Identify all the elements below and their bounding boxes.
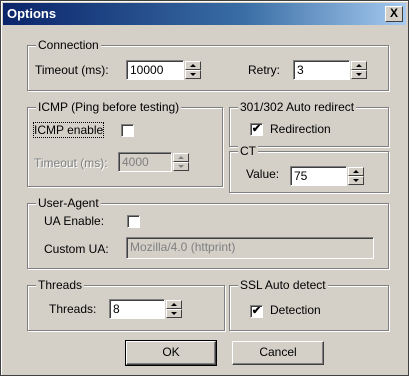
icmp-group: ICMP (Ping before testing) ICMP enable T… — [27, 100, 223, 187]
retry-input[interactable]: 3 — [293, 60, 350, 80]
detection-checkbox[interactable]: ✔ — [250, 305, 263, 318]
connection-timeout-label: Timeout (ms): — [35, 63, 109, 77]
threads-label: Threads: — [49, 302, 97, 316]
spin-up-button[interactable] — [185, 61, 201, 70]
icmp-enable-label[interactable]: ICMP enable — [32, 122, 105, 138]
detection-label: Detection — [270, 303, 321, 317]
threads-group: Threads Threads: 8 — [27, 278, 225, 331]
threads-input[interactable]: 8 — [109, 299, 165, 319]
connection-legend: Connection — [36, 38, 101, 52]
spin-down-button[interactable] — [166, 309, 182, 318]
down-arrow-icon — [190, 73, 196, 76]
up-arrow-icon — [178, 156, 184, 159]
ssl-legend: SSL Auto detect — [238, 278, 328, 292]
up-arrow-icon — [353, 170, 359, 173]
up-arrow-icon — [190, 64, 196, 67]
redirect-group: 301/302 Auto redirect ✔ Redirection — [229, 100, 389, 147]
icmp-legend: ICMP (Ping before testing) — [36, 100, 182, 114]
spin-up-button[interactable] — [166, 300, 182, 309]
ua-enable-checkbox[interactable] — [127, 215, 140, 228]
ok-button[interactable]: OK — [125, 340, 217, 366]
spin-down-button[interactable] — [185, 70, 201, 79]
ct-group: CT Value: 75 — [229, 144, 389, 193]
up-arrow-icon — [171, 303, 177, 306]
cancel-button[interactable]: Cancel — [232, 341, 324, 365]
down-arrow-icon — [356, 73, 362, 76]
spin-down-button[interactable] — [173, 162, 189, 171]
redirection-label: Redirection — [270, 122, 331, 136]
spin-up-button[interactable] — [173, 153, 189, 162]
custom-ua-label: Custom UA: — [44, 242, 109, 256]
redirection-checkbox[interactable]: ✔ — [250, 123, 263, 136]
retry-label: Retry: — [248, 63, 281, 77]
useragent-legend: User-Agent — [36, 196, 101, 210]
options-dialog: Options X Connection Timeout (ms): 10000… — [0, 0, 409, 376]
threads-spinner[interactable] — [166, 300, 182, 318]
icmp-enable-checkbox[interactable] — [121, 124, 134, 137]
down-arrow-icon — [353, 179, 359, 182]
useragent-group: User-Agent UA Enable: Custom UA: Mozilla… — [27, 196, 389, 269]
redirect-legend: 301/302 Auto redirect — [238, 100, 357, 114]
ua-enable-label: UA Enable: — [44, 214, 105, 228]
up-arrow-icon — [356, 64, 362, 67]
icmp-timeout-spinner[interactable] — [173, 153, 189, 171]
retry-spinner[interactable] — [351, 61, 367, 79]
ssl-group: SSL Auto detect ✔ Detection — [229, 278, 389, 331]
spin-up-button[interactable] — [351, 61, 367, 70]
icmp-timeout-input[interactable]: 4000 — [118, 152, 172, 172]
connection-timeout-spinner[interactable] — [185, 61, 201, 79]
window-title: Options — [7, 6, 57, 21]
ct-value-input[interactable]: 75 — [290, 166, 347, 186]
ct-legend: CT — [238, 144, 258, 158]
custom-ua-input[interactable]: Mozilla/4.0 (httprint) — [126, 237, 374, 259]
down-arrow-icon — [178, 165, 184, 168]
close-button[interactable]: X — [385, 6, 403, 22]
connection-group: Connection Timeout (ms): 10000 Retry: 3 — [27, 38, 389, 91]
title-bar[interactable]: Options X — [3, 3, 406, 25]
spin-up-button[interactable] — [348, 167, 364, 176]
ct-value-spinner[interactable] — [348, 167, 364, 185]
icmp-timeout-label: Timeout (ms): — [34, 156, 108, 170]
threads-legend: Threads — [36, 278, 85, 292]
ct-value-label: Value: — [246, 167, 280, 181]
down-arrow-icon — [171, 312, 177, 315]
spin-down-button[interactable] — [351, 70, 367, 79]
spin-down-button[interactable] — [348, 176, 364, 185]
connection-timeout-input[interactable]: 10000 — [126, 60, 184, 80]
